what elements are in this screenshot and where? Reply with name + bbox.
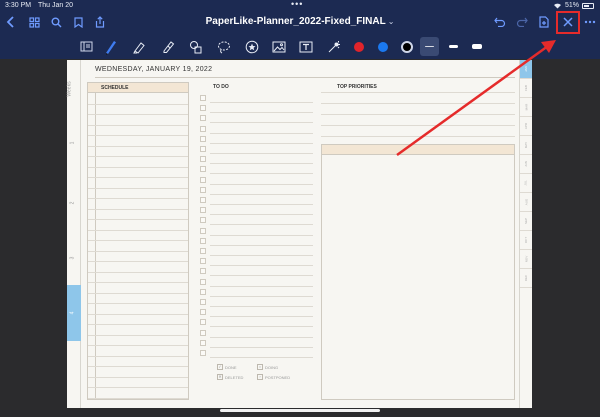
annotation-arrow <box>396 40 556 157</box>
